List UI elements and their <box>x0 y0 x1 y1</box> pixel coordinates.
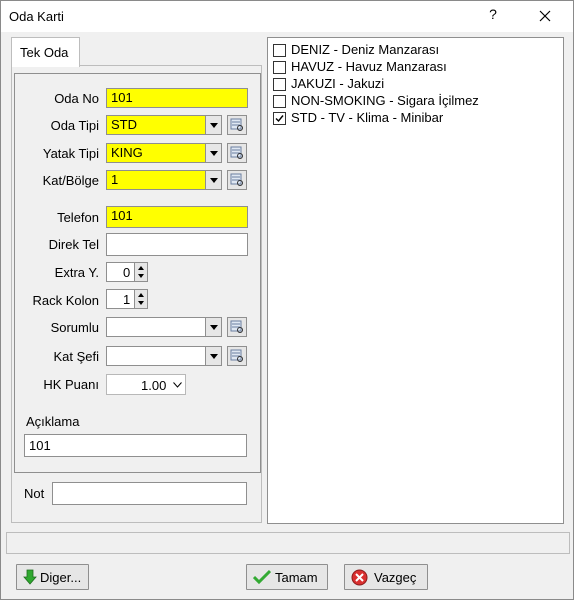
rack-kolon-spin-buttons[interactable] <box>135 289 148 309</box>
status-bar <box>6 532 570 554</box>
tab-tek-oda[interactable]: Tek Oda <box>11 37 80 67</box>
lookup-icon <box>230 118 243 131</box>
room-features-list: DENIZ - Deniz Manzarası HAVUZ - Havuz Ma… <box>267 37 564 524</box>
oda-no-label: Oda No <box>54 91 99 106</box>
kat-bolge-label: Kat/Bölge <box>42 173 99 188</box>
extra-y-spin-buttons[interactable] <box>135 262 148 282</box>
feature-checkbox-havuz[interactable] <box>273 61 286 74</box>
spin-arrows-icon <box>138 293 144 305</box>
not-input[interactable] <box>52 482 247 505</box>
not-label: Not <box>24 486 45 501</box>
feature-checkbox-non-smoking[interactable] <box>273 95 286 108</box>
feature-label: HAVUZ - Havuz Manzarası <box>291 59 447 74</box>
lookup-icon <box>230 320 243 333</box>
oda-no-input[interactable]: 101 <box>106 88 248 108</box>
chevron-down-icon <box>173 382 182 388</box>
chevron-down-icon <box>210 354 218 359</box>
vazgec-label: Vazgeç <box>374 570 417 585</box>
kat-bolge-select[interactable]: 1 <box>106 170 206 190</box>
sorumlu-dropdown-button[interactable] <box>206 317 222 337</box>
feature-label: DENIZ - Deniz Manzarası <box>291 42 440 57</box>
diger-label: Diger... <box>40 570 82 585</box>
hk-puani-select[interactable]: 1.00 <box>106 374 186 395</box>
feature-label: JAKUZI - Jakuzi <box>291 76 385 91</box>
kat-sefi-lookup-button[interactable] <box>227 346 247 366</box>
help-button[interactable]: ? <box>485 6 501 22</box>
chevron-down-icon <box>210 123 218 128</box>
kat-sefi-label: Kat Şefi <box>53 349 99 364</box>
tamam-button[interactable]: Tamam <box>246 564 328 590</box>
red-cancel-icon <box>351 569 368 586</box>
green-arrow-down-icon <box>23 569 37 585</box>
feature-label: STD - TV - Klima - Minibar <box>291 110 444 125</box>
tamam-label: Tamam <box>275 570 318 585</box>
telefon-input[interactable]: 101 <box>106 206 248 228</box>
yatak-tipi-dropdown-button[interactable] <box>206 143 222 163</box>
yatak-tipi-label: Yatak Tipi <box>42 146 99 161</box>
lookup-icon <box>230 349 243 362</box>
lookup-icon <box>230 146 243 159</box>
vazgec-button[interactable]: Vazgeç <box>344 564 428 590</box>
oda-tipi-select[interactable]: STD <box>106 115 206 135</box>
lookup-icon <box>230 173 243 186</box>
oda-tipi-label: Oda Tipi <box>50 118 99 133</box>
chevron-down-icon <box>210 151 218 156</box>
oda-tipi-lookup-button[interactable] <box>227 115 247 135</box>
direk-tel-input[interactable] <box>106 233 248 256</box>
chevron-down-icon <box>210 178 218 183</box>
extra-y-label: Extra Y. <box>54 265 99 280</box>
sorumlu-label: Sorumlu <box>50 320 99 335</box>
oda-tipi-dropdown-button[interactable] <box>206 115 222 135</box>
feature-checkbox-deniz[interactable] <box>273 44 286 57</box>
yatak-tipi-select[interactable]: KING <box>106 143 206 163</box>
sorumlu-select[interactable] <box>106 317 206 337</box>
rack-kolon-spinner[interactable]: 1 <box>106 289 135 309</box>
hk-puani-label: HK Puanı <box>43 377 99 392</box>
window-title: Oda Karti <box>9 9 64 24</box>
kat-sefi-select[interactable] <box>106 346 206 366</box>
oda-karti-window: Oda Karti ? Tek Oda Oda No 101 Oda Tipi … <box>0 0 574 600</box>
title-bar: Oda Karti ? <box>1 1 573 32</box>
diger-button[interactable]: Diger... <box>16 564 89 590</box>
extra-y-spinner[interactable]: 0 <box>106 262 135 282</box>
kat-bolge-dropdown-button[interactable] <box>206 170 222 190</box>
spin-arrows-icon <box>138 266 144 278</box>
close-icon <box>539 10 551 22</box>
sorumlu-lookup-button[interactable] <box>227 317 247 337</box>
yatak-tipi-lookup-button[interactable] <box>227 143 247 163</box>
direk-tel-label: Direk Tel <box>48 237 99 252</box>
aciklama-input[interactable]: 101 <box>24 434 247 457</box>
close-button[interactable] <box>527 3 563 29</box>
rack-kolon-value: 1 <box>123 292 131 307</box>
aciklama-label: Açıklama <box>26 414 80 429</box>
green-check-icon <box>253 569 271 585</box>
kat-sefi-dropdown-button[interactable] <box>206 346 222 366</box>
rack-kolon-label: Rack Kolon <box>32 293 99 308</box>
extra-y-value: 0 <box>123 265 131 280</box>
feature-checkbox-jakuzi[interactable] <box>273 78 286 91</box>
kat-bolge-lookup-button[interactable] <box>227 170 247 190</box>
hk-puani-value: 1.00 <box>141 378 167 393</box>
tab-label: Tek Oda <box>20 45 69 60</box>
telefon-label: Telefon <box>57 210 99 225</box>
checkmark-icon <box>275 115 284 123</box>
chevron-down-icon <box>210 325 218 330</box>
feature-label: NON-SMOKING - Sigara İçilmez <box>291 93 479 108</box>
feature-checkbox-std[interactable] <box>273 112 286 125</box>
